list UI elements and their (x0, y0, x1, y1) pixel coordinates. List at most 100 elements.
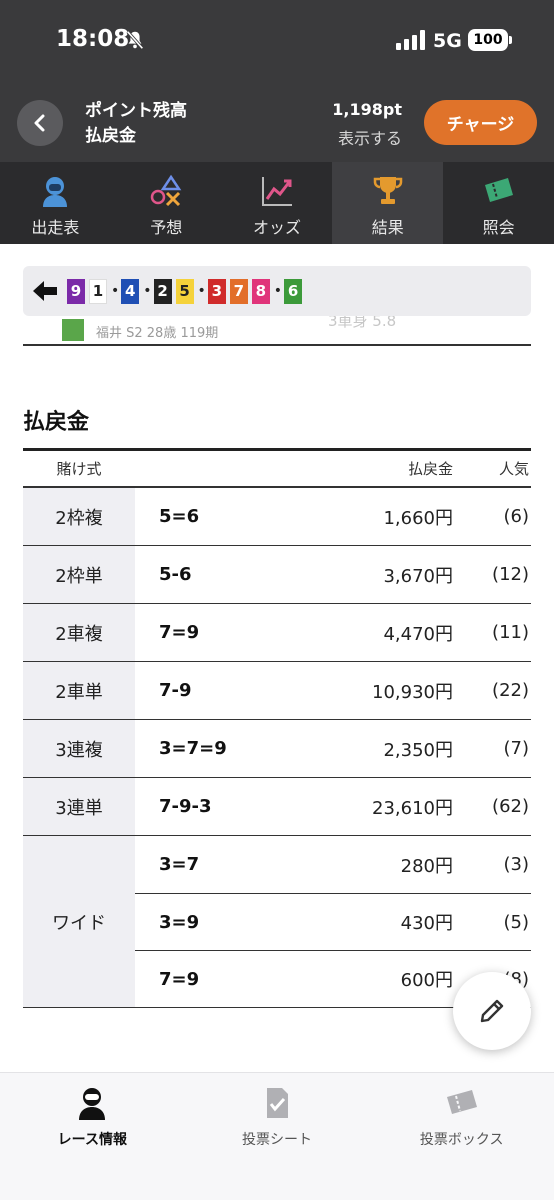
edit-fab-button[interactable] (453, 972, 531, 1050)
finishing-order-strip: 9 1 • 4 • 2 5 • 3 7 8 • 6 (23, 266, 531, 316)
signal-icon (396, 30, 425, 50)
order-chip: 1 (89, 278, 107, 304)
combination-cell: 3=7=9 (159, 738, 227, 759)
payout-amount-cell: 600円 (400, 970, 453, 991)
payout-section-title: 払戻金 (23, 410, 90, 435)
vote-box-icon (446, 1090, 477, 1114)
order-separator-dot: • (273, 283, 283, 299)
charge-button[interactable]: チャージ (424, 100, 537, 145)
nav-vote-box[interactable]: 投票ボックス (369, 1073, 554, 1200)
payout-group: 3連複 3=7=9 2,350円 (7) (23, 720, 531, 778)
payout-group: 3連単 7-9-3 23,610円 (62) (23, 778, 531, 836)
bet-type-cell: 2枠単 (23, 546, 135, 603)
pencil-icon (480, 999, 504, 1023)
ticket-icon (484, 178, 513, 202)
racer-margin: 3車身 5.8 (328, 316, 397, 330)
header-bet-type: 賭け式 (56, 460, 102, 478)
combination-cell: 5-6 (159, 564, 192, 585)
payout-group: 2枠単 5-6 3,670円 (12) (23, 546, 531, 604)
payout-row: 7=9 4,470円 (11) (135, 604, 531, 661)
nav-label: 投票ボックス (419, 1132, 504, 1148)
odds-chart-icon (261, 177, 292, 206)
order-chip: 9 (67, 278, 85, 304)
payout-table: 賭け式 払戻金 人気 2枠複 5=6 1,660円 (6) 2枠単 5-6 3,670円 (1… (23, 448, 531, 1008)
racer-icon (43, 177, 68, 207)
battery-icon: 100 (468, 29, 508, 51)
entries-row-partial: 福井 S2 28歳 119期 3車身 5.8 (23, 316, 531, 346)
chevron-left-icon (34, 114, 45, 132)
payout-group: 2枠複 5=6 1,660円 (6) (23, 488, 531, 546)
payout-row: 7-9 10,930円 (22) (135, 662, 531, 719)
order-separator-dot: • (143, 283, 152, 299)
nav-label: 投票シート (242, 1132, 312, 1148)
combination-cell: 5=6 (159, 506, 200, 527)
show-points-link[interactable]: 表示する (338, 125, 402, 149)
payout-label: 払戻金 (85, 126, 136, 146)
trophy-icon (373, 177, 403, 204)
popularity-cell: (22) (492, 680, 529, 701)
combination-cell: 7-9 (159, 680, 192, 701)
bet-type-cell: 2車単 (23, 662, 135, 719)
payout-table-body: 2枠複 5=6 1,660円 (6) 2枠単 5-6 3,670円 (12) 2車複 7=9 4,4… (23, 488, 531, 1008)
payout-group: 2車複 7=9 4,470円 (11) (23, 604, 531, 662)
network-label: 5G (433, 30, 462, 52)
silent-bell-icon (126, 30, 144, 50)
tab-odds[interactable]: オッズ (222, 162, 333, 244)
racer-info: 福井 S2 28歳 119期 (96, 326, 219, 341)
tab-label: 結果 (371, 218, 404, 237)
tab-label: 予想 (150, 218, 183, 237)
order-chip: 5 (175, 278, 194, 304)
tab-prediction[interactable]: 予想 (111, 162, 222, 244)
payout-amount-cell: 10,930円 (372, 681, 453, 703)
race-tabs: 出走表 予想 オッズ 結果 照会 (0, 162, 554, 244)
payout-amount-cell: 3,670円 (383, 565, 453, 587)
tab-entries[interactable]: 出走表 (0, 162, 111, 244)
header-popularity: 人気 (498, 460, 529, 478)
order-chips: 9 1 • 4 • 2 5 • 3 7 8 • 6 (67, 278, 306, 304)
combination-cell: 7-9-3 (159, 796, 212, 817)
bet-type-cell: 2枠複 (23, 488, 135, 545)
nav-vote-sheet[interactable]: 投票シート (185, 1073, 370, 1200)
tab-label: 出走表 (31, 218, 80, 237)
tab-results[interactable]: 結果 (332, 162, 444, 244)
frame-color-swatch (62, 319, 84, 341)
app-header: 18:08 5G 100 ポイント残高 払戻金 1,198pt 表示する チャー… (0, 0, 554, 162)
points-value: 1,198pt (332, 100, 402, 119)
order-chip: 7 (229, 278, 248, 304)
nav-race-info[interactable]: レース情報 (0, 1073, 185, 1200)
bet-type-cell: 2車複 (23, 604, 135, 661)
combination-cell: 7=9 (159, 622, 200, 643)
status-time: 18:08 (56, 26, 130, 52)
payout-row: 3=7 280円 (3) (135, 836, 531, 893)
combination-cell: 3=7 (159, 854, 200, 875)
payout-amount-cell: 1,660円 (383, 507, 453, 529)
back-button[interactable] (17, 100, 63, 146)
popularity-cell: (3) (503, 854, 530, 875)
payout-amount-cell: 280円 (400, 855, 453, 877)
payout-row: 7-9-3 23,610円 (62) (135, 778, 531, 835)
payout-row: 5-6 3,670円 (12) (135, 546, 531, 603)
popularity-cell: (11) (492, 622, 529, 643)
payout-group: 2車単 7-9 10,930円 (22) (23, 662, 531, 720)
combination-cell: 3=9 (159, 911, 200, 933)
combination-cell: 7=9 (159, 968, 200, 990)
bet-type-cell: ワイド (23, 836, 135, 1007)
arrow-left-icon (33, 281, 57, 301)
tab-label: 照会 (482, 218, 515, 237)
payout-row: 5=6 1,660円 (6) (135, 488, 531, 545)
tab-inquiry[interactable]: 照会 (443, 162, 554, 244)
popularity-cell: (5) (503, 911, 530, 933)
order-chip: 4 (121, 278, 140, 304)
header-payout: 払戻金 (407, 460, 453, 478)
popularity-cell: (62) (492, 796, 529, 817)
order-chip: 2 (153, 278, 172, 304)
order-chip: 8 (251, 278, 270, 304)
popularity-cell: (7) (503, 738, 530, 759)
point-balance-label: ポイント残高 (85, 101, 187, 121)
payout-amount-cell: 2,350円 (383, 739, 453, 761)
order-separator-dot: • (111, 283, 120, 299)
payout-amount-cell: 430円 (400, 913, 453, 934)
payout-row: 3=7=9 2,350円 (7) (135, 720, 531, 777)
prediction-icon (150, 174, 182, 207)
vote-sheet-icon (267, 1088, 288, 1118)
